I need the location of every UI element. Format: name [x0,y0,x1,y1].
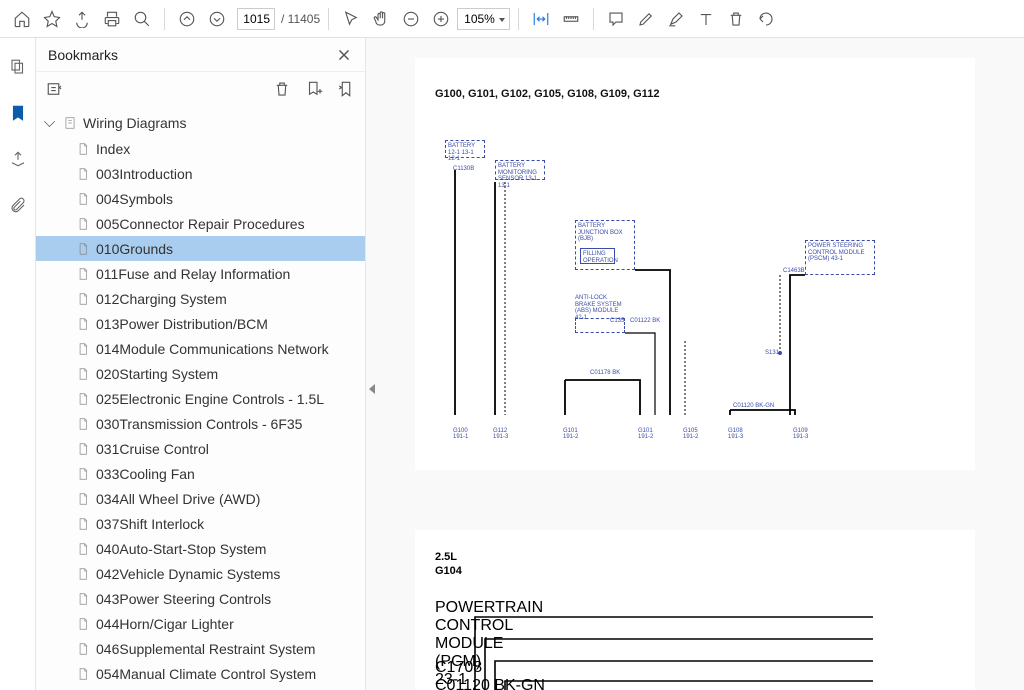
bookmark-item[interactable]: 033Cooling Fan [36,461,365,486]
page-up-icon[interactable] [173,5,201,33]
bookmark-item[interactable]: Index [36,136,365,161]
bookmarks-tools [36,72,365,106]
bookmark-item[interactable]: 025Electronic Engine Controls - 1.5L [36,386,365,411]
page-icon [76,291,90,307]
page-total: / 11405 [281,12,320,26]
document-view[interactable]: G100, G101, G102, G105, G108, G109, G112… [366,38,1024,690]
bookmarks-panel: Bookmarks Wiring Diagrams Index003Introd… [36,38,366,690]
page-icon [76,391,90,407]
attachments-icon[interactable] [7,194,29,216]
page-icon [76,616,90,632]
ground-label: G101191-2 [563,428,578,440]
ground-label: G109191-3 [793,428,808,440]
trash-icon[interactable] [722,5,750,33]
page-icon [76,516,90,532]
page-icon [76,491,90,507]
options-icon[interactable] [46,80,64,98]
delete-bookmark-icon[interactable] [273,80,291,98]
ground-label: G108191-3 [728,428,743,440]
bookmarks-icon[interactable] [7,102,29,124]
bookmark-item[interactable]: 031Cruise Control [36,436,365,461]
page-content-2: 2.5LG104 POWERTRAIN CONTROL MODULE (PCM)… [415,530,975,690]
hand-icon[interactable] [367,5,395,33]
page-number-input[interactable] [237,8,275,30]
zoom-in-icon[interactable] [427,5,455,33]
page-icon [76,591,90,607]
bookmark-item[interactable]: 037Shift Interlock [36,511,365,536]
page-icon [76,541,90,557]
zoom-select[interactable]: 105% [457,8,510,30]
bookmark-item[interactable]: 044Horn/Cigar Lighter [36,611,365,636]
zoom-out-icon[interactable] [397,5,425,33]
page-icon [76,141,90,157]
page-content: G100, G101, G102, G105, G108, G109, G112… [415,58,975,470]
page-icon [76,366,90,382]
page-down-icon[interactable] [203,5,231,33]
vertical-tabs [0,38,36,690]
main-toolbar: / 11405 105% [0,0,1024,38]
ground-label: G112191-3 [493,428,508,440]
undo-icon[interactable] [752,5,780,33]
upload-icon[interactable] [68,5,96,33]
bookmark-item[interactable]: 003Introduction [36,161,365,186]
bookmark-item[interactable]: 005Connector Repair Procedures [36,211,365,236]
bookmark-item[interactable]: 042Vehicle Dynamic Systems [36,561,365,586]
pointer-icon[interactable] [337,5,365,33]
text-icon[interactable] [692,5,720,33]
ruler-icon[interactable] [557,5,585,33]
print-icon[interactable] [98,5,126,33]
close-icon[interactable] [335,46,353,64]
page-icon [76,166,90,182]
bookmark-item[interactable]: 040Auto-Start-Stop System [36,536,365,561]
page-icon [76,316,90,332]
bookmark-root[interactable]: Wiring Diagrams [36,110,365,136]
bookmark-item[interactable]: 014Module Communications Network [36,336,365,361]
bookmark-ribbon-icon[interactable] [337,80,355,98]
bookmarks-list[interactable]: Wiring Diagrams Index003Introduction004S… [36,106,365,690]
page-icon [76,416,90,432]
bookmark-item[interactable]: 020Starting System [36,361,365,386]
pencil-icon[interactable] [632,5,660,33]
collapse-panel-icon[interactable] [366,378,378,400]
fit-width-icon[interactable] [527,5,555,33]
thumbnails-icon[interactable] [7,56,29,78]
add-bookmark-icon[interactable] [305,80,323,98]
star-icon[interactable] [38,5,66,33]
page-icon [76,341,90,357]
wiring-diagram-2: POWERTRAIN CONTROL MODULE (PCM) 23-1 C17… [435,599,955,690]
bookmark-item[interactable]: 011Fuse and Relay Information [36,261,365,286]
page-icon [76,216,90,232]
bookmark-item[interactable]: 012Charging System [36,286,365,311]
page-icon [76,466,90,482]
bookmark-item[interactable]: 054Manual Climate Control System [36,661,365,686]
ground-label: G100191-1 [453,428,468,440]
bookmark-item[interactable]: 030Transmission Controls - 6F35 [36,411,365,436]
home-icon[interactable] [8,5,36,33]
ground-label: G105191-2 [683,428,698,440]
page-icon [76,566,90,582]
page-icon [76,666,90,682]
bookmark-item[interactable]: 034All Wheel Drive (AWD) [36,486,365,511]
page-icon [76,191,90,207]
search-icon[interactable] [128,5,156,33]
bookmark-item[interactable]: 010Grounds [36,236,365,261]
layers-icon[interactable] [7,148,29,170]
bookmark-item[interactable]: 004Symbols [36,186,365,211]
page-title: G100, G101, G102, G105, G108, G109, G112 [415,88,975,100]
comment-icon[interactable] [602,5,630,33]
bookmarks-title: Bookmarks [48,47,118,63]
bookmark-item[interactable]: 046Supplemental Restraint System [36,636,365,661]
bookmark-item[interactable]: 043Power Steering Controls [36,586,365,611]
highlight-icon[interactable] [662,5,690,33]
ground-label: G101191-2 [638,428,653,440]
page-icon [76,641,90,657]
wiring-diagram: BATTERY 12-1 13-1 12-1 C1130B BATTERY MO… [435,140,955,440]
bookmark-item[interactable]: 013Power Distribution/BCM [36,311,365,336]
page-icon [76,266,90,282]
page-icon [76,241,90,257]
page-icon [76,441,90,457]
